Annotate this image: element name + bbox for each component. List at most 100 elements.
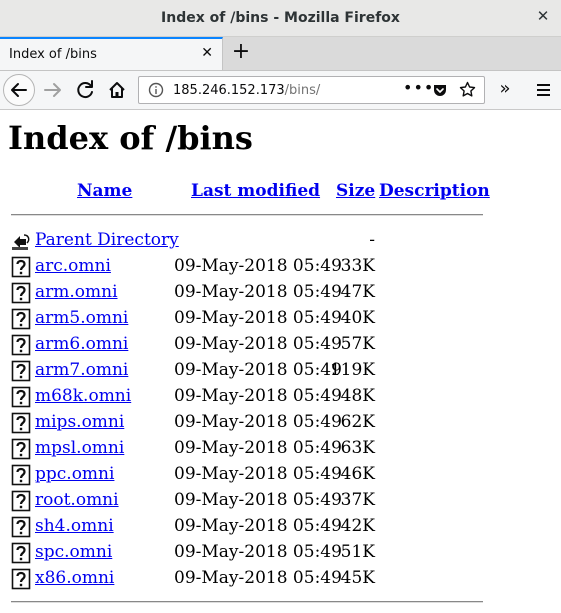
file-row: ppc.omni 09-May-2018 05:49 46K xyxy=(0,461,561,487)
file-modified: 09-May-2018 05:49 xyxy=(174,334,342,354)
file-row: arm6.omni 09-May-2018 05:49 57K xyxy=(0,331,561,357)
file-modified: 09-May-2018 05:49 xyxy=(174,308,342,328)
file-row: sh4.omni 09-May-2018 05:49 42K xyxy=(0,513,561,539)
file-link[interactable]: m68k.omni xyxy=(35,386,131,406)
file-modified: 09-May-2018 05:49 xyxy=(174,386,342,406)
file-modified: 09-May-2018 05:49 xyxy=(174,568,342,588)
file-modified: 09-May-2018 05:49 xyxy=(174,412,342,432)
file-size: 48K xyxy=(340,386,375,406)
back-arrow-icon xyxy=(11,83,27,97)
file-link[interactable]: ppc.omni xyxy=(35,464,114,484)
back-button[interactable] xyxy=(3,74,35,106)
file-row: arc.omni 09-May-2018 05:49 33K xyxy=(0,253,561,279)
file-size: 62K xyxy=(340,412,375,432)
parent-directory-row: Parent Directory - xyxy=(0,227,561,253)
unknown-file-icon xyxy=(11,360,31,382)
overflow-chevron-icon[interactable]: » xyxy=(494,75,516,105)
file-link[interactable]: root.omni xyxy=(35,490,119,510)
new-tab-plus-icon[interactable]: + xyxy=(230,40,252,66)
reload-button[interactable] xyxy=(70,75,100,105)
tab-index-of-bins[interactable]: Index of /bins ✕ xyxy=(0,37,223,70)
tab-strip: Index of /bins ✕ + xyxy=(0,37,561,71)
file-link[interactable]: arc.omni xyxy=(35,256,111,276)
url-bar[interactable]: 185.246.152.173/bins/ ••• xyxy=(138,76,485,104)
file-modified: 09-May-2018 05:49 xyxy=(174,516,342,536)
file-modified: 09-May-2018 05:49 xyxy=(174,282,342,302)
page-heading: Index of /bins xyxy=(8,119,253,157)
file-link[interactable]: arm5.omni xyxy=(35,308,128,328)
file-size: 33K xyxy=(340,256,375,276)
url-host: 185.246.152.173 xyxy=(173,83,285,98)
page-actions-more-icon[interactable]: ••• xyxy=(403,78,434,97)
file-size: 57K xyxy=(340,334,375,354)
window-titlebar: Index of /bins - Mozilla Firefox ✕ xyxy=(0,0,561,37)
file-link[interactable]: mips.omni xyxy=(35,412,124,432)
home-button[interactable] xyxy=(102,75,132,105)
file-row: arm7.omni 09-May-2018 05:49 119K xyxy=(0,357,561,383)
unknown-file-icon xyxy=(11,256,31,278)
parent-directory-link[interactable]: Parent Directory xyxy=(35,230,179,250)
parent-directory-size: - xyxy=(369,230,375,250)
file-row: x86.omni 09-May-2018 05:49 45K xyxy=(0,565,561,591)
unknown-file-icon xyxy=(11,334,31,356)
window-title: Index of /bins - Mozilla Firefox xyxy=(161,10,400,26)
file-row: arm5.omni 09-May-2018 05:49 40K xyxy=(0,305,561,331)
file-size: 40K xyxy=(340,308,375,328)
file-size: 46K xyxy=(340,464,375,484)
window-close-icon[interactable]: ✕ xyxy=(535,7,551,27)
unknown-file-icon xyxy=(11,412,31,434)
file-size: 63K xyxy=(340,438,375,458)
file-row: spc.omni 09-May-2018 05:49 51K xyxy=(0,539,561,565)
file-size: 47K xyxy=(340,282,375,302)
info-icon[interactable] xyxy=(148,82,164,98)
home-icon xyxy=(109,82,125,98)
file-size: 37K xyxy=(340,490,375,510)
file-link[interactable]: spc.omni xyxy=(35,542,112,562)
column-header-last-modified[interactable]: Last modified xyxy=(191,181,320,201)
file-size: 42K xyxy=(340,516,375,536)
file-modified: 09-May-2018 05:49 xyxy=(174,490,342,510)
file-size: 45K xyxy=(340,568,375,588)
unknown-file-icon xyxy=(11,516,31,538)
forward-arrow-icon xyxy=(44,83,61,97)
hamburger-menu-icon xyxy=(537,84,550,96)
hamburger-menu-button[interactable] xyxy=(532,75,554,105)
file-modified: 09-May-2018 05:49 xyxy=(174,438,342,458)
navigation-toolbar: 185.246.152.173/bins/ ••• » xyxy=(0,71,561,110)
header-divider xyxy=(11,214,483,216)
file-link[interactable]: arm.omni xyxy=(35,282,118,302)
file-modified: 09-May-2018 05:49 xyxy=(174,464,342,484)
file-row: arm.omni 09-May-2018 05:49 47K xyxy=(0,279,561,305)
file-row: mpsl.omni 09-May-2018 05:49 63K xyxy=(0,435,561,461)
footer-divider xyxy=(11,601,483,603)
unknown-file-icon xyxy=(11,282,31,304)
page-content: Index of /bins Name Last modified Size D… xyxy=(0,110,561,613)
column-header-size[interactable]: Size xyxy=(336,181,375,201)
unknown-file-icon xyxy=(11,308,31,330)
file-link[interactable]: arm7.omni xyxy=(35,360,128,380)
file-link[interactable]: x86.omni xyxy=(35,568,114,588)
bookmark-star-icon[interactable] xyxy=(459,81,476,98)
forward-button[interactable] xyxy=(38,75,68,105)
unknown-file-icon xyxy=(11,568,31,590)
unknown-file-icon xyxy=(11,490,31,512)
file-link[interactable]: mpsl.omni xyxy=(35,438,124,458)
file-modified: 09-May-2018 05:49 xyxy=(174,542,342,562)
url-text[interactable]: 185.246.152.173/bins/ xyxy=(173,83,320,98)
unknown-file-icon xyxy=(11,438,31,460)
unknown-file-icon xyxy=(11,464,31,486)
file-link[interactable]: arm6.omni xyxy=(35,334,128,354)
column-header-name[interactable]: Name xyxy=(77,181,132,201)
column-header-description[interactable]: Description xyxy=(379,181,490,201)
back-folder-icon xyxy=(12,234,30,250)
unknown-file-icon xyxy=(11,542,31,564)
file-row: m68k.omni 09-May-2018 05:49 48K xyxy=(0,383,561,409)
file-link[interactable]: sh4.omni xyxy=(35,516,114,536)
pocket-icon[interactable] xyxy=(432,82,448,98)
file-size: 119K xyxy=(329,360,375,380)
file-row: mips.omni 09-May-2018 05:49 62K xyxy=(0,409,561,435)
file-modified: 09-May-2018 05:49 xyxy=(174,256,342,276)
reload-icon xyxy=(77,80,93,99)
file-modified: 09-May-2018 05:49 xyxy=(174,360,342,380)
tab-close-icon[interactable]: ✕ xyxy=(201,45,213,61)
